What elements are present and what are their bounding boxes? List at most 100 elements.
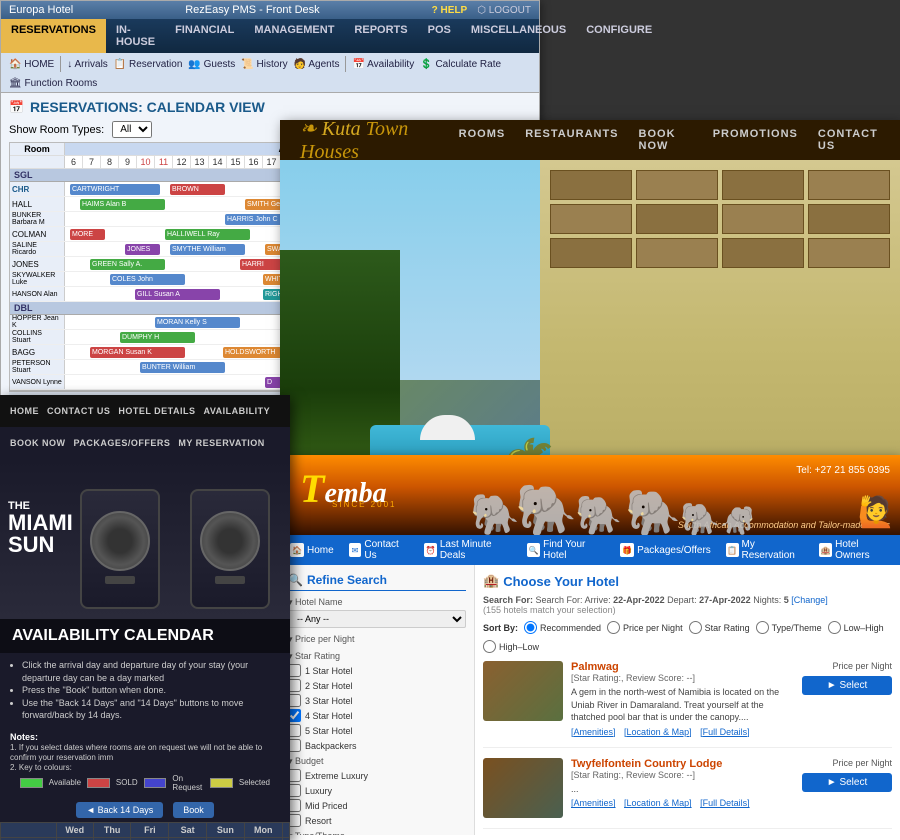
temba-right-panel: 🏨 Choose Your Hotel Search For: Search F… xyxy=(475,565,900,835)
nav-reports[interactable]: REPORTS xyxy=(344,19,417,53)
booking-harri[interactable]: HARRI xyxy=(240,259,285,270)
miami-cal-nav: ◄ Back 14 Days Book xyxy=(0,798,290,822)
room-label-peterson: PETERSON Stuart xyxy=(10,360,65,374)
star-1: 1 Star Hotel xyxy=(288,664,466,677)
budget-resort: Resort xyxy=(288,814,466,827)
room-label-hanson: HANSON Alan xyxy=(10,287,65,301)
amenities-link-2[interactable]: [Amenities] xyxy=(571,798,616,808)
kuta-nav-restaurants[interactable]: RESTAURANTS xyxy=(525,128,618,152)
miami-nav-avail[interactable]: AVAILABILITY xyxy=(204,406,271,416)
miami-back-btn[interactable]: ◄ Back 14 Days xyxy=(76,802,163,818)
temba-logo-sub: SINCE 2001 xyxy=(332,500,396,509)
details-link-2[interactable]: [Full Details] xyxy=(700,798,750,808)
rezeasy-help-btn[interactable]: ? HELP xyxy=(432,5,468,16)
booking-morgan[interactable]: MORGAN Susan K xyxy=(90,347,185,358)
booking-coles[interactable]: COLES John xyxy=(110,274,185,285)
booking-gill[interactable]: GILL Susan A xyxy=(135,289,220,300)
miami-speaker-cone-left xyxy=(90,511,150,571)
temba-lastminute[interactable]: ⏰ Last Minute Deals xyxy=(424,539,512,561)
search-info: Search For: Search For: Arrive: 22-Apr-2… xyxy=(483,595,892,615)
temba-packages[interactable]: 🎁 Packages/Offers xyxy=(620,543,711,557)
temba-left-panel: 🔍 Refine Search ▾ Hotel Name -- Any -- ▾… xyxy=(280,565,475,835)
select-btn-1[interactable]: ► Select xyxy=(802,676,892,695)
toolbar-reservation[interactable]: 📋 Reservation xyxy=(114,59,183,70)
change-link[interactable]: [Change] xyxy=(791,595,828,605)
nav-configure[interactable]: CONFIGURE xyxy=(576,19,662,53)
amenities-link-1[interactable]: [Amenities] xyxy=(571,727,616,737)
toolbar-funcrooms[interactable]: 🏛 Function Rooms xyxy=(9,78,97,89)
room-label-jones2: JONES xyxy=(10,257,65,271)
toolbar-agents[interactable]: 🧑 Agents xyxy=(294,59,340,70)
nav-financial[interactable]: FINANCIAL xyxy=(165,19,244,53)
kuta-balcony xyxy=(722,170,804,200)
booking-bunter[interactable]: BUNTER William xyxy=(140,362,225,373)
hotel-name-twyfelfontein[interactable]: Twyfelfontein Country Lodge xyxy=(571,758,794,770)
temba-hotelowners[interactable]: 🏨 Hotel Owners xyxy=(819,539,890,561)
miami-nav-packages[interactable]: PACKAGES/OFFERS xyxy=(74,438,171,448)
temba-myres[interactable]: 📋 My Reservation xyxy=(726,539,805,561)
kuta-balcony xyxy=(550,170,632,200)
hotel-desc-2: ... xyxy=(571,783,794,796)
booking-green[interactable]: GREEN Sally A. xyxy=(90,259,165,270)
miami-nav-contact[interactable]: CONTACT US xyxy=(47,406,110,416)
rezeasy-logout-btn[interactable]: ⬡ LOGOUT xyxy=(477,5,531,16)
price-field: ▾ Price per Night xyxy=(288,634,466,645)
booking-more[interactable]: MORE xyxy=(70,229,105,240)
details-link-1[interactable]: [Full Details] xyxy=(700,727,750,737)
booking-brown[interactable]: BROWN xyxy=(170,184,225,195)
refine-search-title: 🔍 Refine Search xyxy=(288,573,466,591)
kuta-nav-booknow[interactable]: BOOK NOW xyxy=(639,128,693,152)
toolbar-home[interactable]: 🏠 HOME xyxy=(9,59,54,70)
hotel-name-palmwag[interactable]: Palmwag xyxy=(571,661,794,673)
kuta-nav-contact[interactable]: CONTACT US xyxy=(818,128,880,152)
date-11: 11 xyxy=(155,156,173,168)
booking-smythe[interactable]: SMYTHE William xyxy=(170,244,245,255)
kuta-balconies xyxy=(540,160,900,278)
select-btn-2[interactable]: ► Select xyxy=(802,773,892,792)
toolbar-history[interactable]: 📜 History xyxy=(241,59,287,70)
sort-recommended: Recommended xyxy=(524,621,601,634)
booking-moran[interactable]: MORAN Kelly S xyxy=(155,317,240,328)
kuta-nav-promotions[interactable]: PROMOTIONS xyxy=(713,128,798,152)
hotel-links-1: [Amenities] [Location & Map] [Full Detai… xyxy=(571,727,794,737)
temba-home[interactable]: 🏠 Home xyxy=(290,543,334,557)
toolbar-arrivals[interactable]: ↓ Arrivals xyxy=(67,59,108,70)
temba-contact[interactable]: ✉ Contact Us xyxy=(349,539,409,561)
nav-management[interactable]: MANAGEMENT xyxy=(244,19,344,53)
miami-book-btn[interactable]: Book xyxy=(173,802,214,818)
hotel-rating-1: [Star Rating:, Review Score: --] xyxy=(571,673,794,683)
date-8: 8 xyxy=(101,156,119,168)
kuta-navbar: ❧ Kuta Town Houses ROOMS RESTAURANTS BOO… xyxy=(280,120,900,160)
nav-inhouse[interactable]: IN-HOUSE xyxy=(106,19,165,53)
toolbar-guests[interactable]: 👥 Guests xyxy=(188,59,235,70)
kuta-balcony xyxy=(808,170,890,200)
col-sat: Sat xyxy=(169,822,207,837)
miami-nav-home[interactable]: HOME xyxy=(10,406,39,416)
type-label: ▾ Type/Theme xyxy=(288,831,466,835)
kuta-balcony xyxy=(722,238,804,268)
location-link-2[interactable]: [Location & Map] xyxy=(624,798,692,808)
booking-cartwright[interactable]: CARTWRIGHT xyxy=(70,184,160,195)
nav-reservations[interactable]: RESERVATIONS xyxy=(1,19,106,53)
hotel-name-select[interactable]: -- Any -- xyxy=(288,610,466,628)
kuta-balcony xyxy=(636,204,718,234)
date-14: 14 xyxy=(209,156,227,168)
miami-nav-hotel[interactable]: HOTEL DETAILS xyxy=(118,406,195,416)
nav-pos[interactable]: POS xyxy=(418,19,461,53)
booking-halliwell[interactable]: HALLIWELL Ray xyxy=(165,229,250,240)
nav-misc[interactable]: MISCELLANEOUS xyxy=(461,19,576,53)
miami-nav-myres[interactable]: MY RESERVATION xyxy=(178,438,264,448)
date-12: 12 xyxy=(173,156,191,168)
temba-window: Temba SINCE 2001 Tel: +27 21 855 0395 So… xyxy=(280,455,900,840)
booking-jones[interactable]: JONES xyxy=(125,244,160,255)
kuta-nav-rooms[interactable]: ROOMS xyxy=(459,128,506,152)
toolbar-availability[interactable]: 📅 Availability xyxy=(352,59,414,70)
toolbar-calcrate[interactable]: 💲 Calculate Rate xyxy=(420,59,501,70)
location-link-1[interactable]: [Location & Map] xyxy=(624,727,692,737)
booking-dumphy[interactable]: DUMPHY H xyxy=(120,332,195,343)
show-room-select[interactable]: All xyxy=(112,121,152,138)
booking-haims[interactable]: HAIMS Alan B xyxy=(80,199,165,210)
temba-findhotel[interactable]: 🔍 Find Your Hotel xyxy=(527,539,605,561)
elephant-4: 🐘 xyxy=(625,490,681,535)
miami-nav-booknow[interactable]: BOOK NOW xyxy=(10,438,66,448)
